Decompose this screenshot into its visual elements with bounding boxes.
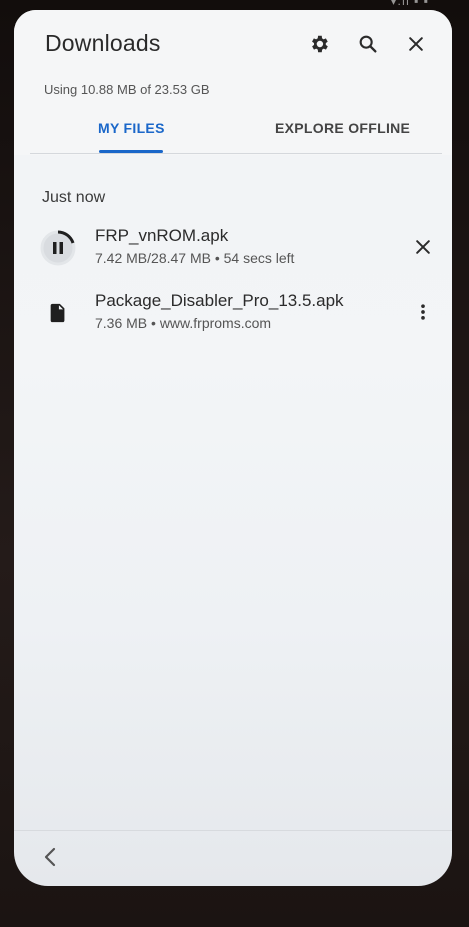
- more-vert-icon: [421, 304, 425, 320]
- file-name: Package_Disabler_Pro_13.5.apk: [95, 291, 344, 310]
- gear-icon: [312, 35, 328, 53]
- more-options-button[interactable]: [406, 295, 440, 329]
- tab-divider: [30, 153, 442, 154]
- tab-explore-offline[interactable]: EXPLORE OFFLINE: [275, 120, 410, 136]
- file-name: FRP_vnROM.apk: [95, 226, 229, 245]
- back-button[interactable]: [36, 843, 64, 871]
- download-item-frp-vnrom[interactable]: FRP_vnROM.apk 7.42 MB/28.47 MB • 54 secs…: [30, 220, 440, 276]
- page-title: Downloads: [45, 30, 161, 56]
- file-meta-text: 7.36 MB • www.frproms.com: [95, 315, 272, 331]
- cancel-download-button[interactable]: [406, 230, 440, 264]
- app-bar: Downloads Using 10.88 MB of 23.53 GB MY …: [14, 10, 452, 155]
- storage-usage-text: Using 10.88 MB of 23.53 GB: [44, 82, 210, 97]
- search-icon: [359, 35, 377, 53]
- section-header-just-now: Just now: [42, 189, 106, 206]
- download-item-package-disabler[interactable]: Package_Disabler_Pro_13.5.apk 7.36 MB • …: [30, 285, 440, 341]
- close-button[interactable]: [399, 27, 433, 61]
- search-button[interactable]: [351, 27, 385, 61]
- file-type-badge: [40, 295, 76, 331]
- close-icon: [409, 37, 423, 51]
- downloads-screen: Downloads Using 10.88 MB of 23.53 GB MY …: [14, 10, 452, 886]
- pause-icon: [40, 230, 76, 266]
- back-arrow-icon: [44, 847, 56, 867]
- status-bar-fragment: ▾.ıl ▪ ▪: [390, 0, 429, 8]
- file-icon: [50, 303, 65, 323]
- file-progress-text: 7.42 MB/28.47 MB • 54 secs left: [95, 250, 295, 266]
- tab-bar: MY FILES EXPLORE OFFLINE: [14, 110, 452, 154]
- pause-download-button[interactable]: [40, 230, 76, 266]
- tab-my-files[interactable]: MY FILES: [98, 120, 165, 136]
- phone-bezel: ▾.ıl ▪ ▪ Downloads Using 10.88 MB of 23.…: [0, 0, 469, 927]
- nav-divider: [14, 830, 452, 831]
- close-icon: [416, 240, 430, 254]
- settings-button[interactable]: [302, 27, 336, 61]
